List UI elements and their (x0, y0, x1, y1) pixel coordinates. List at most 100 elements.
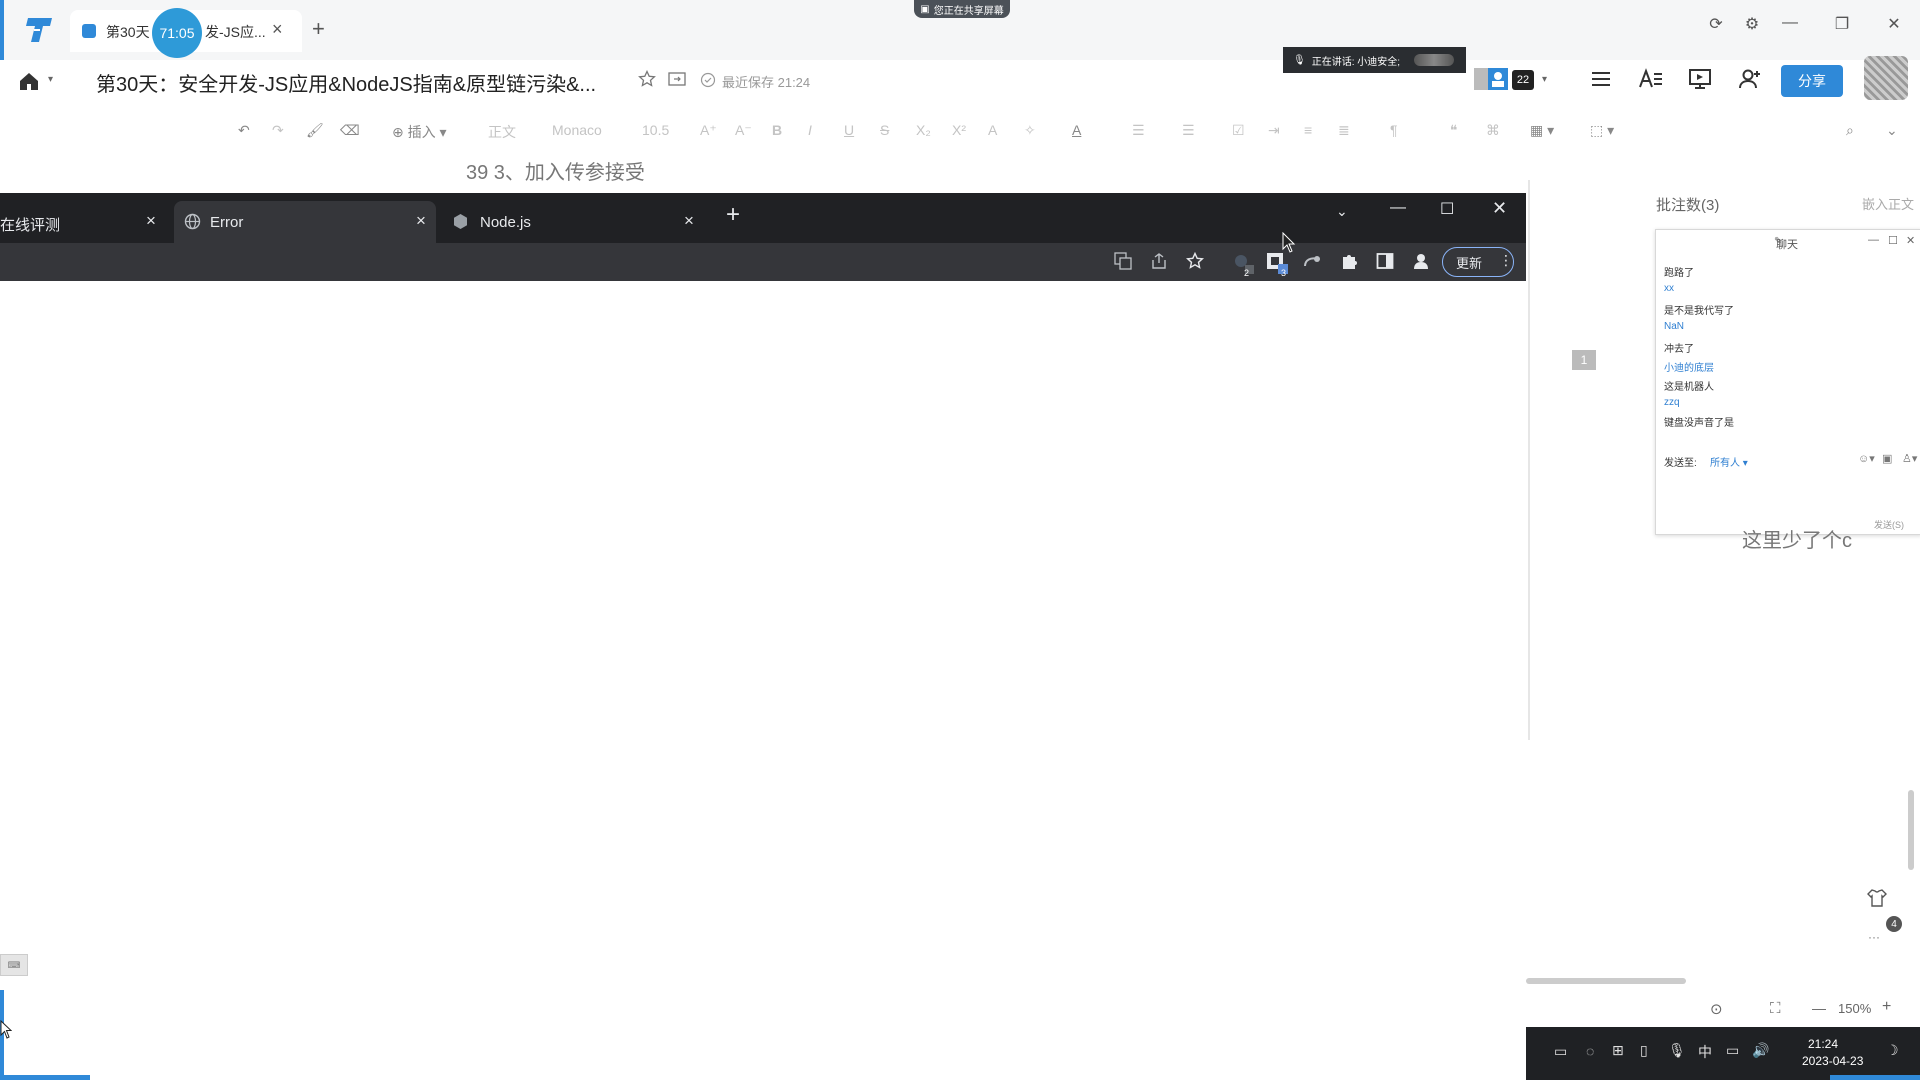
browser-page-content[interactable] (0, 281, 1526, 1080)
font-color-icon[interactable]: A (1072, 122, 1081, 138)
send-button[interactable]: 发送(S) (1874, 518, 1904, 531)
close-icon[interactable]: × (684, 211, 694, 231)
new-tab-button[interactable]: + (312, 16, 325, 42)
bold-icon[interactable]: B (772, 122, 782, 138)
decrease-font-icon[interactable]: A⁻ (735, 122, 752, 139)
more-vert-icon[interactable]: ⋮ (1499, 252, 1513, 269)
underline-icon[interactable]: U (844, 122, 854, 138)
notification-center-icon[interactable]: ☽ (1886, 1042, 1899, 1059)
notification-badge[interactable]: 4 (1886, 916, 1902, 932)
close-icon[interactable]: × (272, 19, 283, 40)
eraser-icon[interactable]: ⌫ (340, 122, 360, 139)
search-icon[interactable]: ⌕ (1846, 122, 1854, 139)
close-window-button[interactable]: ✕ (1880, 14, 1908, 34)
extensions-puzzle-icon[interactable] (1340, 252, 1358, 270)
quote-icon[interactable]: ❝ (1450, 122, 1458, 139)
link-icon[interactable]: ⌘ (1486, 122, 1500, 139)
more-icon[interactable]: ··· (1868, 930, 1880, 944)
paragraph-icon[interactable]: ¶ (1390, 122, 1398, 138)
browser-tab[interactable]: Node.js × (442, 201, 704, 243)
zoom-level[interactable]: 150% (1838, 1001, 1871, 1016)
font-size-select[interactable]: 10.5 (642, 122, 669, 138)
undo-icon[interactable]: ↶ (238, 122, 250, 139)
increase-font-icon[interactable]: A⁺ (700, 122, 717, 139)
maximize-button[interactable]: ❐ (1828, 14, 1856, 34)
microphone-icon[interactable]: 🎙 (1668, 1042, 1686, 1059)
network-icon[interactable]: ▭ (1726, 1042, 1739, 1059)
chevron-down-icon[interactable]: ▾ (1542, 74, 1547, 85)
avatar[interactable] (1864, 56, 1908, 100)
collaborator-avatars[interactable] (1474, 68, 1512, 90)
minimize-button[interactable]: — (1776, 14, 1804, 32)
volume-icon[interactable]: 🔊 (1752, 1042, 1769, 1059)
superscript-icon[interactable]: X² (952, 122, 966, 138)
sync-icon[interactable]: ⟳ (1702, 14, 1730, 34)
close-icon[interactable]: × (416, 211, 426, 231)
horizontal-scrollbar[interactable] (1526, 978, 1686, 984)
zoom-in-button[interactable]: + (1882, 998, 1891, 1016)
page-number[interactable]: 1 (1572, 350, 1596, 370)
doc-title[interactable]: 第30天：安全开发-JS应用&NodeJS指南&原型链污染&... (96, 68, 596, 97)
close-window-button[interactable]: ✕ (1492, 198, 1507, 219)
present-icon[interactable] (1688, 68, 1712, 90)
tab-search-icon[interactable]: ⌄ (1336, 203, 1348, 220)
text-format-icon[interactable] (1638, 68, 1664, 90)
side-panel-icon[interactable] (1376, 252, 1394, 270)
checklist-icon[interactable]: ☑ (1232, 122, 1245, 139)
bookmark-star-icon[interactable] (1186, 252, 1204, 270)
display-icon[interactable]: ▭ (1554, 1043, 1567, 1060)
network-share-icon[interactable]: ◌ (1586, 1043, 1594, 1059)
style-select[interactable]: 正文 (488, 122, 516, 142)
profile-icon[interactable] (1412, 252, 1430, 270)
play-icon[interactable]: ⊙ (1710, 1000, 1723, 1018)
align-icon[interactable]: ≡ (1304, 122, 1312, 138)
chevron-down-icon[interactable]: ▾ (48, 74, 53, 85)
clear-format-icon[interactable]: ✧ (1024, 122, 1036, 139)
minimize-button[interactable]: — (1390, 199, 1406, 217)
menu-icon[interactable] (1590, 68, 1612, 90)
send-to-select[interactable]: 所有人 ▾ (1710, 454, 1748, 469)
settings-icon[interactable]: ⚙ (1738, 14, 1766, 34)
add-collaborator-icon[interactable] (1738, 68, 1762, 90)
fullscreen-icon[interactable]: ⛶ (1770, 1000, 1781, 1017)
redo-icon[interactable]: ↷ (272, 122, 284, 139)
numbered-list-icon[interactable]: ☰ (1182, 122, 1195, 139)
italic-icon[interactable]: I (808, 122, 812, 138)
browser-tab[interactable]: 在线评测 × (0, 201, 170, 243)
move-to-folder-icon[interactable] (668, 71, 686, 87)
chat-input[interactable] (1664, 476, 1912, 512)
app-logo-icon[interactable] (24, 16, 58, 46)
maximize-button[interactable]: ☐ (1888, 234, 1898, 247)
translate-icon[interactable] (1114, 252, 1132, 270)
subscript-icon[interactable]: X₂ (916, 122, 931, 138)
line-spacing-icon[interactable]: ≣ (1338, 122, 1350, 139)
new-tab-button[interactable]: + (726, 201, 740, 229)
screen-share-indicator[interactable]: ▣ 您正在共享屏幕 (914, 0, 1010, 18)
scrollbar[interactable] (1908, 790, 1914, 870)
windows-start-icon[interactable]: ⊞ (1612, 1042, 1624, 1059)
indent-icon[interactable]: ⇥ (1268, 122, 1280, 139)
keyboard-icon[interactable]: ⌨ (0, 954, 28, 976)
format-painter-icon[interactable]: 🖌 (306, 122, 324, 139)
bullet-list-icon[interactable]: ☰ (1132, 122, 1145, 139)
extension-icon[interactable] (1232, 252, 1254, 274)
chevron-down-icon[interactable]: ⌄ (1886, 122, 1898, 139)
user-icon[interactable]: ♙▾ (1902, 452, 1917, 465)
table-icon[interactable]: ▦ ▾ (1530, 122, 1554, 139)
timer-badge[interactable]: 71:05 (152, 8, 202, 58)
close-icon[interactable]: × (146, 211, 156, 231)
insert-body-button[interactable]: 嵌入正文 (1862, 194, 1914, 213)
skin-icon[interactable] (1866, 888, 1888, 908)
share-page-icon[interactable] (1150, 252, 1168, 270)
maximize-button[interactable]: ☐ (1440, 199, 1454, 219)
minimize-button[interactable]: — (1868, 234, 1879, 246)
extension-icon[interactable] (1302, 252, 1322, 272)
clock-time[interactable]: 21:24 (1808, 1037, 1838, 1051)
highlight-icon[interactable]: A (988, 122, 997, 138)
usb-icon[interactable]: ▯ (1640, 1042, 1648, 1059)
zoom-out-button[interactable]: — (1812, 1000, 1826, 1016)
screenshot-icon[interactable]: ▣ (1882, 452, 1892, 465)
emoji-icon[interactable]: ☺▾ (1858, 452, 1875, 465)
share-button[interactable]: 分享 (1781, 65, 1843, 97)
font-select[interactable]: Monaco (552, 122, 602, 138)
